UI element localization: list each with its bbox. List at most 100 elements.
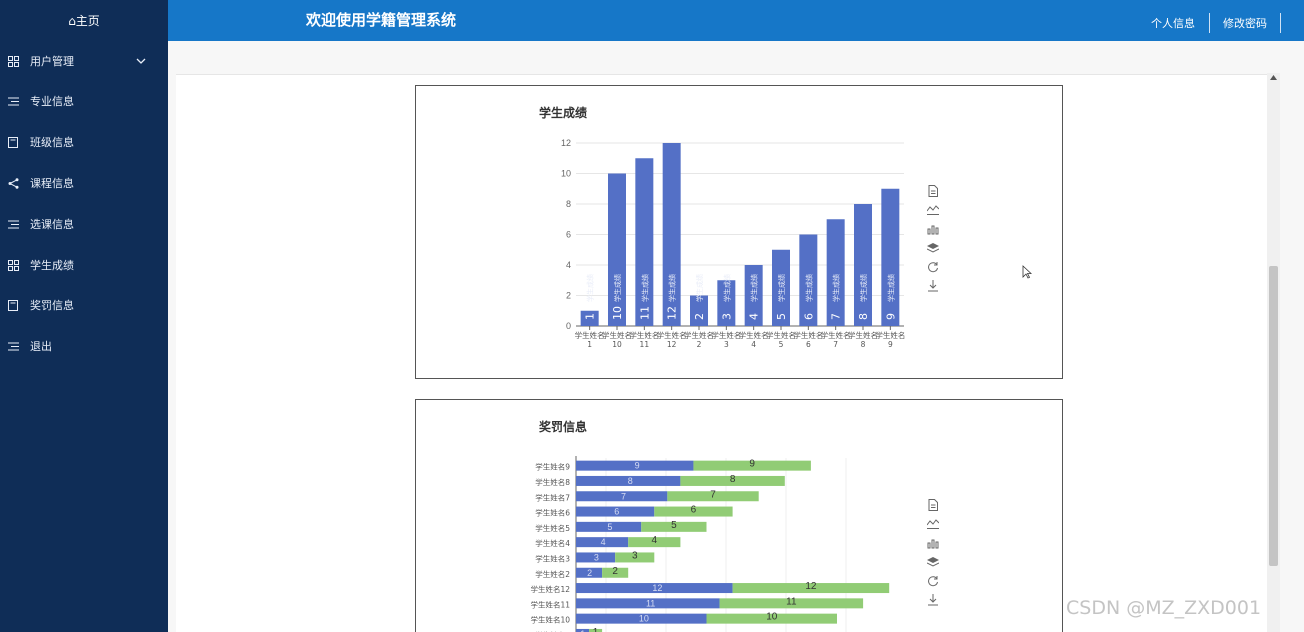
sidebar-item-label: 班级信息	[30, 136, 74, 149]
change-password-link[interactable]: 修改密码	[1223, 15, 1267, 31]
bar-series-tag: 学生成绩	[695, 274, 704, 302]
bar-series-tag: 学生成绩	[668, 274, 677, 302]
bar-inner-value-label: 6	[614, 507, 619, 517]
bar-value-label: 10	[611, 306, 624, 320]
x-tick-label: 9	[888, 340, 893, 349]
app-title: 欢迎使用学籍管理系统	[306, 11, 457, 29]
top-bar: 欢迎使用学籍管理系统 个人信息 修改密码	[168, 0, 1304, 41]
sidebar-item-label: 用户管理	[30, 55, 74, 68]
bar	[854, 204, 872, 326]
y-tick-label: 学生姓名6	[535, 508, 570, 518]
bar-value-label: 7	[830, 313, 843, 320]
bar-value-label: 5	[775, 313, 788, 320]
sidebar-item-label: 奖罚信息	[30, 299, 74, 312]
sidebar-item-major[interactable]: 专业信息	[0, 90, 168, 112]
bar-series-tag: 学生成绩	[832, 274, 841, 302]
chart-toolbox	[926, 498, 940, 612]
bar-value-label: 8	[857, 313, 870, 320]
sidebar-item-course[interactable]: 课程信息	[0, 172, 168, 194]
y-tick-label: 4	[566, 260, 571, 270]
profile-link[interactable]: 个人信息	[1151, 15, 1195, 31]
bar-series-tag: 学生成绩	[586, 274, 595, 302]
x-tick-label: 11	[640, 340, 650, 349]
data-view-icon[interactable]	[926, 498, 940, 512]
bar-outer-value-label: 1	[593, 627, 599, 632]
y-tick-label: 12	[561, 138, 571, 148]
data-view-icon[interactable]	[926, 184, 940, 198]
scores-bar-chart: 0246810121学生成绩学生姓名110学生成绩学生姓名1011学生成绩学生姓…	[561, 138, 905, 349]
bar-series-tag: 学生成绩	[613, 274, 622, 302]
list-icon	[7, 340, 19, 352]
y-tick-label: 8	[566, 199, 571, 209]
sidebar-item-label: 退出	[30, 340, 52, 353]
home-link[interactable]: ⌂主页	[0, 0, 168, 41]
scores-chart-panel: 学生成绩 0 2 4 6 8 10 12 1 学生成绩 学生姓名 1 10 学生成绩 学生姓名 10 11 学生…	[415, 85, 1063, 379]
bar	[881, 188, 900, 326]
mouse-cursor-icon	[1022, 265, 1032, 279]
sidebar-item-label: 学生成绩	[30, 259, 74, 272]
x-tick-label: 6	[806, 340, 811, 349]
sidebar-item-enrollment[interactable]: 选课信息	[0, 213, 168, 235]
bar-chart-icon[interactable]	[926, 222, 940, 236]
y-tick-label: 学生姓名3	[535, 553, 570, 563]
bar-inner-value-label: 4	[601, 537, 606, 547]
bar-value-label: 11	[638, 306, 651, 320]
bar-inner-value-label: 10	[639, 614, 649, 624]
bar-outer-value-label: 12	[805, 581, 817, 592]
y-tick-label: 学生姓名10	[530, 615, 570, 625]
bar-series-tag: 学生成绩	[750, 274, 759, 302]
sidebar-item-class[interactable]: 班级信息	[0, 131, 168, 153]
bar-series-tag: 学生成绩	[859, 274, 868, 302]
scroll-up-arrow-icon[interactable]	[1267, 75, 1280, 83]
bar-series-tag: 学生成绩	[722, 274, 731, 302]
x-tick-label: 8	[861, 340, 866, 349]
y-tick-label: 10	[561, 169, 571, 179]
download-icon[interactable]	[926, 593, 940, 607]
bar-value-label: 4	[748, 313, 761, 320]
list-icon	[7, 95, 19, 107]
bar-inner-value-label: 7	[621, 491, 626, 501]
bar-value-label: 6	[802, 313, 815, 320]
restore-icon[interactable]	[926, 574, 940, 588]
bar-value-label: 9	[884, 313, 897, 320]
x-tick-label: 学生姓名	[848, 330, 878, 340]
list-icon	[7, 218, 19, 230]
x-tick-label: 4	[751, 340, 756, 349]
bar-inner-value-label: 9	[635, 461, 640, 471]
bar-value-label: 2	[693, 313, 706, 320]
y-tick-label: 学生姓名5	[535, 523, 570, 533]
awards-chart-panel: 奖罚信息 9 9 学生姓名9 8 8 学生姓名8 7 7 学生姓名7 6 6 学生姓名6 5 5 学生姓名5…	[415, 399, 1063, 632]
bar-outer-value-label: 9	[749, 459, 755, 470]
divider	[1209, 13, 1210, 33]
x-tick-label: 学生姓名	[629, 330, 659, 340]
bar-inner-value-label: 12	[652, 583, 662, 593]
line-chart-icon[interactable]	[926, 517, 940, 531]
bar-outer-value-label: 3	[632, 550, 638, 561]
share-icon	[7, 177, 19, 189]
chevron-down-icon[interactable]	[136, 56, 146, 66]
sidebar-item-user-management[interactable]: 用户管理	[0, 50, 168, 72]
line-chart-icon[interactable]	[926, 203, 940, 217]
sidebar-item-label: 专业信息	[30, 95, 74, 108]
sidebar-item-scores[interactable]: 学生成绩	[0, 254, 168, 276]
bar-outer-value-label: 4	[652, 535, 658, 546]
sidebar-item-awards[interactable]: 奖罚信息	[0, 294, 168, 316]
restore-icon[interactable]	[926, 260, 940, 274]
y-tick-label: 0	[566, 321, 571, 331]
watermark: CSDN @MZ_ZXD001	[1066, 597, 1262, 619]
stack-icon[interactable]	[926, 555, 940, 569]
y-tick-label: 学生姓名9	[535, 462, 570, 472]
y-tick-label: 6	[566, 230, 571, 240]
x-tick-label: 5	[779, 340, 784, 349]
download-icon[interactable]	[926, 279, 940, 293]
x-tick-label: 7	[833, 340, 838, 349]
y-tick-label: 学生姓名7	[535, 492, 570, 502]
y-tick-label: 学生姓名8	[535, 477, 570, 487]
x-tick-label: 学生姓名	[793, 330, 823, 340]
grid-icon	[7, 259, 19, 271]
stack-icon[interactable]	[926, 241, 940, 255]
vertical-scrollbar[interactable]	[1267, 73, 1280, 632]
bar-chart-icon[interactable]	[926, 536, 940, 550]
sidebar-item-logout[interactable]: 退出	[0, 335, 168, 357]
scrollbar-thumb[interactable]	[1269, 266, 1278, 566]
